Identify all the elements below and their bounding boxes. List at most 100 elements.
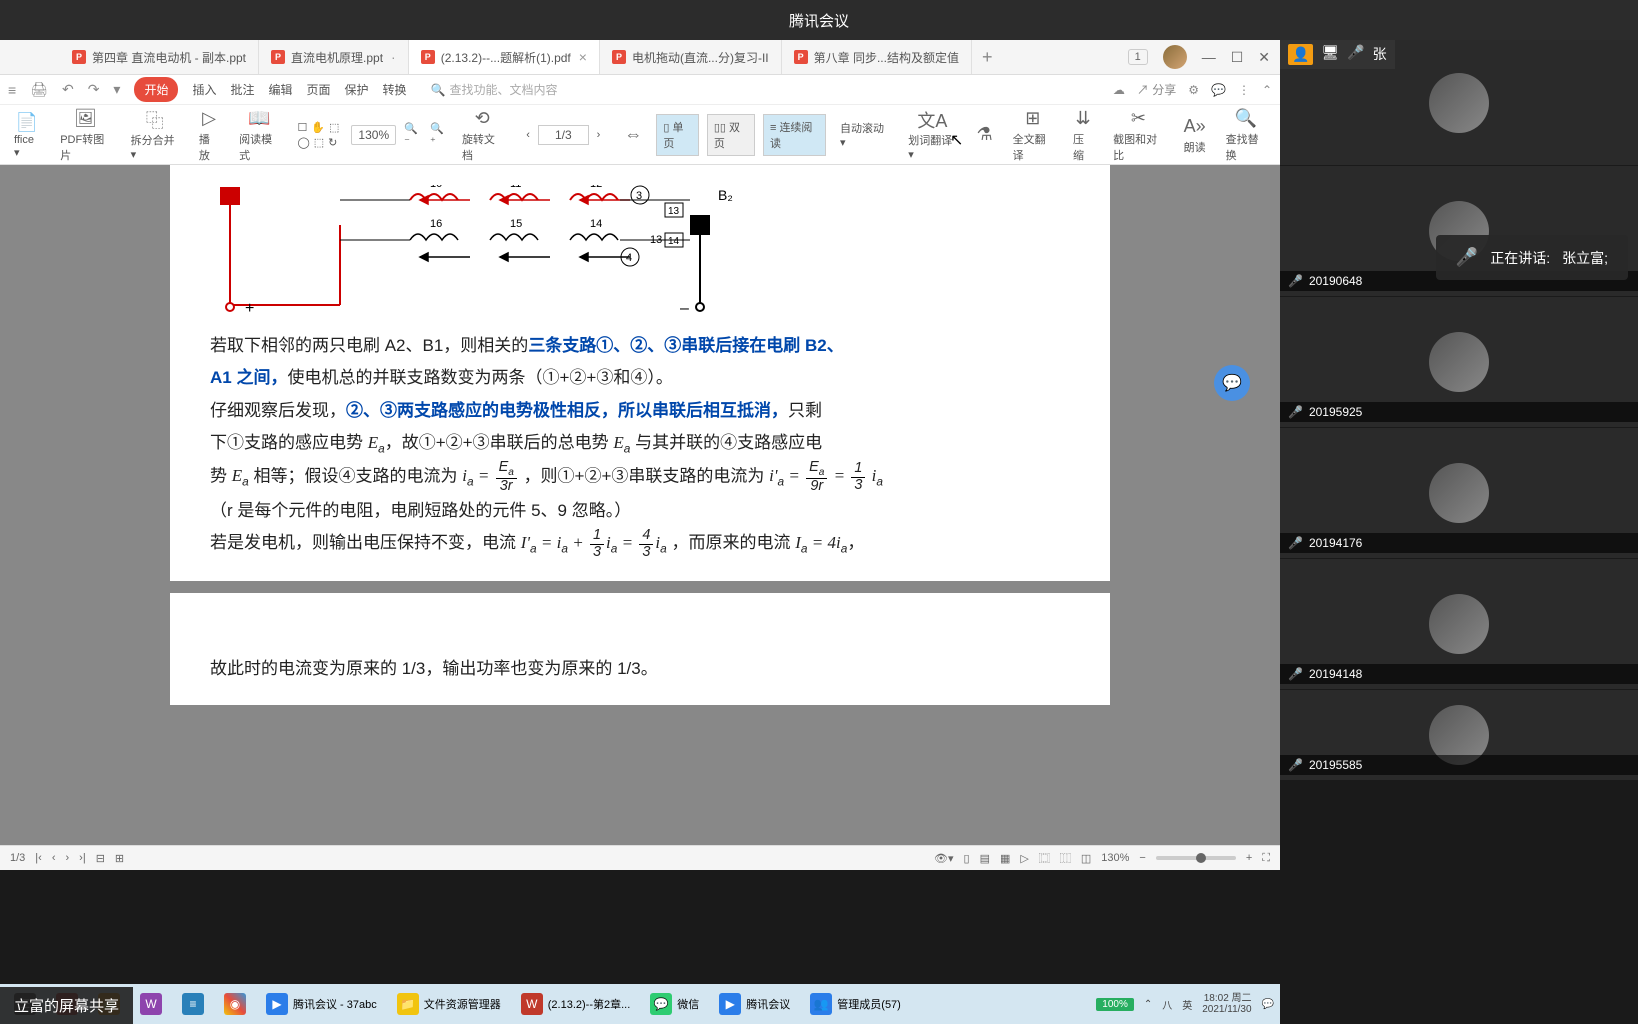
menu-page[interactable]: 页面 bbox=[307, 81, 331, 98]
read-mode-button[interactable]: 📖阅读模式 bbox=[233, 107, 285, 163]
participant-self[interactable]: 👤 🖥 🎤 张 bbox=[1280, 40, 1638, 165]
zoom-slider[interactable] bbox=[1156, 856, 1236, 860]
menu-protect[interactable]: 保护 bbox=[345, 81, 369, 98]
ime-indicator[interactable]: 八 bbox=[1162, 997, 1172, 1012]
document-area[interactable]: + 10 11 12 3 bbox=[0, 165, 1280, 845]
tray-up-icon[interactable]: ⌃ bbox=[1144, 999, 1152, 1010]
more-icon[interactable]: ⋮ bbox=[1238, 83, 1250, 97]
prev-page-icon[interactable]: ‹ bbox=[526, 129, 530, 141]
zoom-select[interactable]: 130% bbox=[351, 125, 396, 145]
expand-icon[interactable]: ⊞ bbox=[115, 852, 124, 865]
undo-icon[interactable]: ↶ bbox=[62, 81, 74, 98]
tab-5[interactable]: P第八章 同步...结构及额定值 bbox=[782, 40, 972, 74]
view-mode-3-icon[interactable]: ▦ bbox=[1000, 852, 1010, 865]
add-tab-button[interactable]: + bbox=[972, 47, 1003, 68]
menu-icon[interactable]: ≡ bbox=[8, 82, 16, 98]
taskbar-app[interactable]: ≡ bbox=[174, 989, 212, 1019]
next-page-icon[interactable]: › bbox=[597, 129, 601, 141]
eye-icon[interactable]: 👁▾ bbox=[934, 852, 954, 865]
play-icon[interactable]: ▷ bbox=[1020, 852, 1028, 865]
double-page-button[interactable]: ▯▯ 双页 bbox=[707, 114, 755, 156]
print-icon[interactable]: 🖨 bbox=[30, 81, 48, 98]
next-icon[interactable]: › bbox=[66, 852, 70, 864]
auto-scroll-button[interactable]: 自动滚动 ▾ bbox=[834, 120, 894, 149]
continuous-button[interactable]: ≡ 连续阅读 bbox=[763, 114, 826, 156]
compress-button[interactable]: ⇊压缩 bbox=[1067, 107, 1099, 163]
taskbar-tencent[interactable]: ▶腾讯会议 - 37abc bbox=[258, 989, 385, 1019]
layout-2-icon[interactable]: ⿲ bbox=[1060, 850, 1071, 866]
screenshot-button[interactable]: ✂截图和对比 bbox=[1107, 107, 1169, 163]
dropdown-icon[interactable]: ▾ bbox=[113, 81, 120, 98]
taskbar-members[interactable]: 👥管理成员(57) bbox=[802, 989, 909, 1019]
clock[interactable]: 18:02 周二 2021/11/30 bbox=[1202, 993, 1251, 1015]
taskbar-wps[interactable]: W(2.13.2)--第2章... bbox=[513, 989, 639, 1019]
close-icon[interactable]: ✕ bbox=[1258, 49, 1270, 66]
monitor-icon[interactable]: 🖥 bbox=[1321, 44, 1339, 65]
menu-annotate[interactable]: 批注 bbox=[230, 81, 254, 98]
zoom-in-button[interactable]: + bbox=[1246, 852, 1252, 864]
taskbar-explorer[interactable]: 📁文件资源管理器 bbox=[389, 989, 509, 1019]
tab-count-badge[interactable]: 1 bbox=[1128, 49, 1148, 65]
participant-item[interactable]: 🎤20194176 bbox=[1280, 428, 1638, 558]
taskbar-app[interactable]: W bbox=[132, 989, 170, 1019]
last-page-icon[interactable]: ›| bbox=[79, 852, 86, 864]
taskbar-wechat[interactable]: 💬微信 bbox=[642, 989, 707, 1019]
minimize-icon[interactable]: — bbox=[1202, 49, 1216, 65]
single-page-button[interactable]: ▯ 单页 bbox=[656, 114, 699, 156]
menu-insert[interactable]: 插入 bbox=[192, 81, 216, 98]
participant-item[interactable]: 🎤20195925 bbox=[1280, 297, 1638, 427]
assistant-button[interactable]: 💬 bbox=[1214, 365, 1250, 401]
tab-4[interactable]: P电机拖动(直流...分)复习-II bbox=[600, 40, 782, 74]
prev-icon[interactable]: ‹ bbox=[52, 852, 56, 864]
ime-lang[interactable]: 英 bbox=[1182, 997, 1192, 1012]
taskbar-tencent2[interactable]: ▶腾讯会议 bbox=[711, 989, 798, 1019]
collapse-icon[interactable]: ⊟ bbox=[96, 852, 105, 865]
tab-2[interactable]: P直流电机原理.ppt· bbox=[259, 40, 409, 74]
fullscreen-icon[interactable]: ⛶ bbox=[1262, 852, 1270, 865]
full-translate-button[interactable]: ⊞全文翻译 bbox=[1007, 107, 1059, 163]
layout-1-icon[interactable]: ⿴ bbox=[1039, 850, 1050, 866]
find-replace-button[interactable]: 🔍查找替换 bbox=[1220, 107, 1272, 163]
layout-3-icon[interactable]: ◫ bbox=[1081, 852, 1091, 865]
page-input[interactable]: 1/3 bbox=[538, 125, 589, 145]
participant-item[interactable]: 🎤20194148 bbox=[1280, 559, 1638, 689]
view-mode-1-icon[interactable]: ▯ bbox=[964, 852, 970, 865]
filter-button[interactable]: ⚗ bbox=[970, 123, 998, 147]
speak-button[interactable]: A»朗读 bbox=[1178, 115, 1212, 155]
start-button[interactable]: 开始 bbox=[134, 77, 178, 102]
collapse-icon[interactable]: ⌃ bbox=[1262, 83, 1272, 97]
zoom-out-button[interactable]: − bbox=[1139, 852, 1145, 864]
cloud-icon[interactable]: ☁ bbox=[1113, 83, 1125, 97]
tab-3-active[interactable]: P(2.13.2)--...题解析(1).pdf× bbox=[409, 40, 600, 74]
mic-icon[interactable]: 🎤 bbox=[1347, 44, 1364, 65]
zoom-out-icon[interactable]: 🔍⁻ bbox=[404, 122, 422, 148]
view-mode-2-icon[interactable]: ▤ bbox=[980, 852, 990, 865]
gear-icon[interactable]: ⚙ bbox=[1188, 83, 1199, 97]
first-page-icon[interactable]: |‹ bbox=[35, 852, 42, 864]
maximize-icon[interactable]: ☐ bbox=[1231, 49, 1244, 66]
avatar[interactable] bbox=[1163, 45, 1187, 69]
pdf-icon: P bbox=[421, 50, 435, 64]
pdf-to-image-button[interactable]: 🖼PDF转图片 bbox=[54, 107, 116, 163]
edit-tools[interactable]: ☐✋⬚ ◯⬚↻ bbox=[293, 121, 343, 149]
battery-indicator[interactable]: 100% bbox=[1096, 998, 1134, 1011]
split-merge-button[interactable]: ⿻拆分合并 ▾ bbox=[125, 108, 185, 161]
participant-item[interactable]: 🎤20195585 bbox=[1280, 690, 1638, 780]
search-input[interactable]: 查找功能、文档内容 bbox=[431, 81, 558, 98]
close-icon[interactable]: × bbox=[579, 49, 587, 65]
play-button[interactable]: ▷播放 bbox=[193, 107, 225, 163]
zoom-in-icon[interactable]: 🔍⁺ bbox=[430, 122, 448, 148]
office-button[interactable]: 📄ffice ▾ bbox=[8, 110, 46, 159]
menu-convert[interactable]: 转换 bbox=[383, 81, 407, 98]
taskbar-app[interactable]: ◉ bbox=[216, 989, 254, 1019]
chat-icon[interactable]: 💬 bbox=[1211, 83, 1226, 97]
user-icon[interactable]: 👤 bbox=[1288, 44, 1313, 65]
share-button[interactable]: ↗ 分享 bbox=[1137, 81, 1176, 98]
fit-button[interactable]: ⇔ bbox=[618, 123, 648, 147]
redo-icon[interactable]: ↷ bbox=[88, 81, 100, 98]
tab-1[interactable]: P第四章 直流电动机 - 副本.ppt bbox=[60, 40, 259, 74]
notification-icon[interactable]: 💬 bbox=[1262, 999, 1274, 1010]
rotate-button[interactable]: ⟲旋转文档 bbox=[456, 107, 508, 163]
menu-edit[interactable]: 编辑 bbox=[269, 81, 293, 98]
close-icon[interactable]: · bbox=[391, 49, 396, 65]
